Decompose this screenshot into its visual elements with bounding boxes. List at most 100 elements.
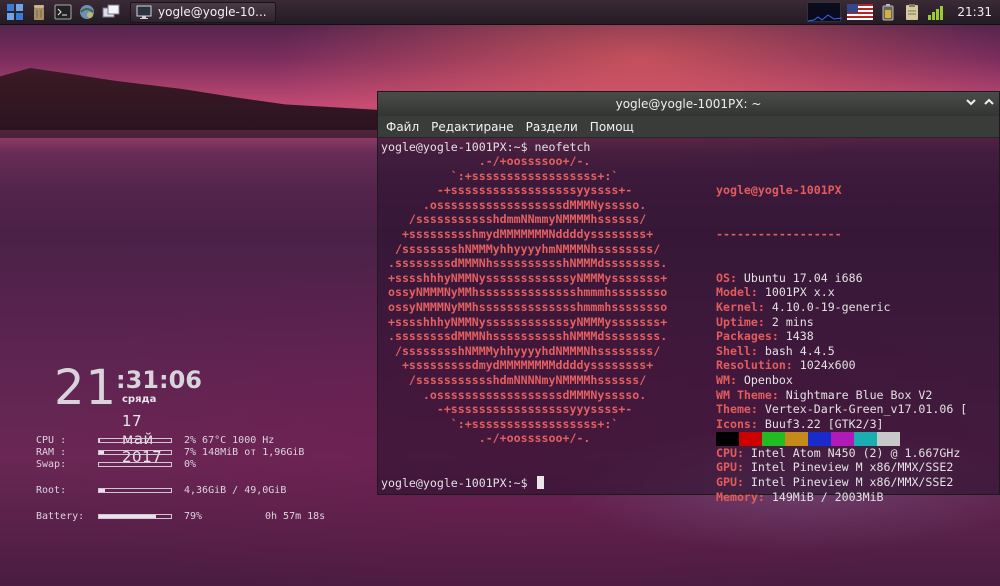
clipboard-icon[interactable]: [903, 3, 921, 21]
info-key: WM:: [716, 372, 737, 387]
info-value: Intel Pineview M x86/MMX/SSE2: [743, 475, 954, 490]
stat-label: Swap:: [36, 459, 67, 470]
info-key: Memory:: [716, 489, 765, 504]
info-user-host: yogle@yogle-1001PX: [716, 183, 842, 198]
logo-line: ossyNMMMNyMMhsssssssssssssshmmmhssssssso: [381, 285, 668, 300]
stat-bar: [98, 514, 172, 519]
launchers: [0, 3, 120, 21]
info-key: Shell:: [716, 343, 758, 358]
info-value: Nightmare Blue Box V2: [778, 387, 933, 402]
stat-bar-fill: [99, 451, 105, 454]
logo-line: /ssssssssssshdmmNNmmyNMMMMhssssss/: [381, 212, 647, 227]
stat-bar-fill: [99, 439, 101, 442]
info-row: Shell: bash 4.4.5: [716, 344, 967, 359]
top-panel: yogle@yogle-10... 21:31: [0, 0, 1000, 25]
logo-line: .ossssssssssssssssssdMMMNysssso.: [381, 387, 647, 402]
info-value: Intel Atom N450 (2) @ 1.667GHz: [743, 445, 961, 460]
command-prompt[interactable]: yogle@yogle-1001PX:~$: [381, 476, 544, 491]
signal-icon[interactable]: [927, 3, 945, 21]
stat-label: Battery:: [36, 511, 85, 522]
info-key: Resolution:: [716, 358, 793, 373]
palette-swatch: [785, 432, 808, 446]
text-cursor: [536, 476, 544, 489]
terminal-icon[interactable]: [54, 3, 72, 21]
info-value: 4.10.0-19-generic: [764, 299, 891, 314]
clock-minutes-seconds: :31:06: [116, 366, 202, 394]
menu-file[interactable]: Файл: [386, 120, 419, 134]
logo-line: .ossssssssssssssssssdMMMNysssso.: [381, 197, 647, 212]
info-separator: ------------------: [716, 226, 842, 241]
logo-line: +sssshhhyNMMNyssssssssssssyNMMMysssssss+: [381, 270, 668, 285]
wallpaper-cliff: [0, 68, 380, 138]
maximize-chevron-icon[interactable]: [983, 95, 995, 112]
logo-line: `:+ssssssssssssssssss+:`: [381, 416, 619, 431]
stat-bar-fill: [99, 515, 156, 518]
network-globe-icon[interactable]: [78, 3, 96, 21]
stat-bar-fill: [99, 489, 106, 492]
info-row: Resolution: 1024x600: [716, 358, 967, 373]
stat-label: CPU :: [36, 435, 67, 446]
stat-bar: [98, 488, 172, 493]
logo-line: /ssssssssssshdmNNNNmyNMMMMhssssss/: [381, 372, 647, 387]
palette-swatch: [854, 432, 877, 446]
windows-icon[interactable]: [102, 3, 120, 21]
palette-swatch: [716, 432, 739, 446]
info-row: GPU: Intel Pineview M x86/MMX/SSE2: [716, 460, 967, 475]
menu-tabs[interactable]: Раздели: [526, 120, 578, 134]
palette-swatch: [831, 432, 854, 446]
info-value: Openbox: [736, 372, 793, 387]
stat-value: 7% 148MiB от 1,96GiB: [184, 447, 305, 458]
menu-help[interactable]: Помощ: [590, 120, 634, 134]
info-value: Vertex-Dark-Green_v17.01.06 [: [757, 402, 968, 417]
flag-us-icon[interactable]: [847, 3, 874, 21]
logo-line: .-/+oossssoo+/-.: [381, 154, 591, 168]
info-value: 1001PX x.x: [757, 285, 835, 300]
taskbar-item-terminal[interactable]: yogle@yogle-10...: [130, 1, 276, 23]
stat-value: 4,36GiB / 49,0GiB: [184, 485, 287, 496]
info-value: Buuf3.22 [GTK2/3]: [757, 416, 884, 431]
info-key: WM Theme:: [716, 387, 779, 402]
info-row: GPU: Intel Pineview M x86/MMX/SSE2: [716, 475, 967, 490]
palette-swatch: [877, 432, 900, 446]
trash-icon[interactable]: [30, 3, 48, 21]
info-value: 1024x600: [792, 358, 856, 373]
info-key: Icons:: [716, 416, 758, 431]
palette-swatch: [808, 432, 831, 446]
info-row: Model: 1001PX x.x: [716, 285, 967, 300]
clock-hour: 21: [54, 360, 118, 416]
info-row: Icons: Buuf3.22 [GTK2/3]: [716, 417, 967, 432]
cpu-graph-icon: [807, 2, 843, 22]
info-row: Uptime: 2 mins: [716, 315, 967, 330]
ubuntu-ascii-logo: .-/+oossssoo+/-. `:+ssssssssssssssssss+:…: [381, 154, 667, 446]
command-line: yogle@yogle-1001PX:~$ neofetch: [381, 140, 591, 154]
info-value: 1438: [778, 329, 814, 344]
minimize-chevron-icon[interactable]: [965, 95, 977, 112]
desktop-grid-icon[interactable]: [6, 3, 24, 21]
menu-edit[interactable]: Редактиране: [431, 120, 514, 134]
logo-line: -+sssssssssssssssssyyyssss+-: [381, 402, 633, 417]
info-row: Memory: 149MiB / 2003MiB: [716, 490, 967, 505]
terminal-window[interactable]: yogle@yogle-1001PX: ~ Файл Редактиране Р…: [377, 91, 1000, 504]
logo-line: .-/+oossssoo+/-.: [381, 431, 591, 446]
info-value: Intel Pineview M x86/MMX/SSE2: [743, 460, 954, 475]
system-info: yogle@yogle-1001PX ------------------ OS…: [716, 154, 967, 504]
info-value: Ubuntu 17.04 i686: [736, 270, 863, 285]
battery-icon[interactable]: [879, 3, 897, 21]
logo-line: .ssssssssdMMMNhsssssssssshNMMMdssssssss.: [381, 329, 668, 344]
clock-weekday: сряда: [122, 394, 157, 405]
panel-clock[interactable]: 21:31: [957, 5, 992, 19]
menu-bar: Файл Редактиране Раздели Помощ: [378, 116, 999, 138]
info-row: Theme: Vertex-Dark-Green_v17.01.06 [: [716, 402, 967, 417]
battery-time-remaining: 0h 57m 18s: [265, 511, 326, 522]
palette-swatch: [762, 432, 785, 446]
monitor-icon: [135, 3, 153, 21]
logo-line: +sssssssssdmydMMMMMMMMddddyssssssss+: [381, 358, 654, 373]
info-key: Model:: [716, 285, 758, 300]
info-row: WM Theme: Nightmare Blue Box V2: [716, 388, 967, 403]
window-titlebar[interactable]: yogle@yogle-1001PX: ~: [378, 92, 999, 116]
logo-line: .ssssssssdMMMNhsssssssssshNMMMdssssssss.: [381, 256, 668, 271]
terminal-output[interactable]: yogle@yogle-1001PX:~$ neofetch .-/+oosss…: [378, 138, 999, 504]
logo-line: +sssshhhyNMMNyssssssssssssyNMMMysssssss+: [381, 314, 668, 329]
taskbar-item-label: yogle@yogle-10...: [158, 5, 267, 19]
info-key: GPU:: [716, 460, 744, 475]
